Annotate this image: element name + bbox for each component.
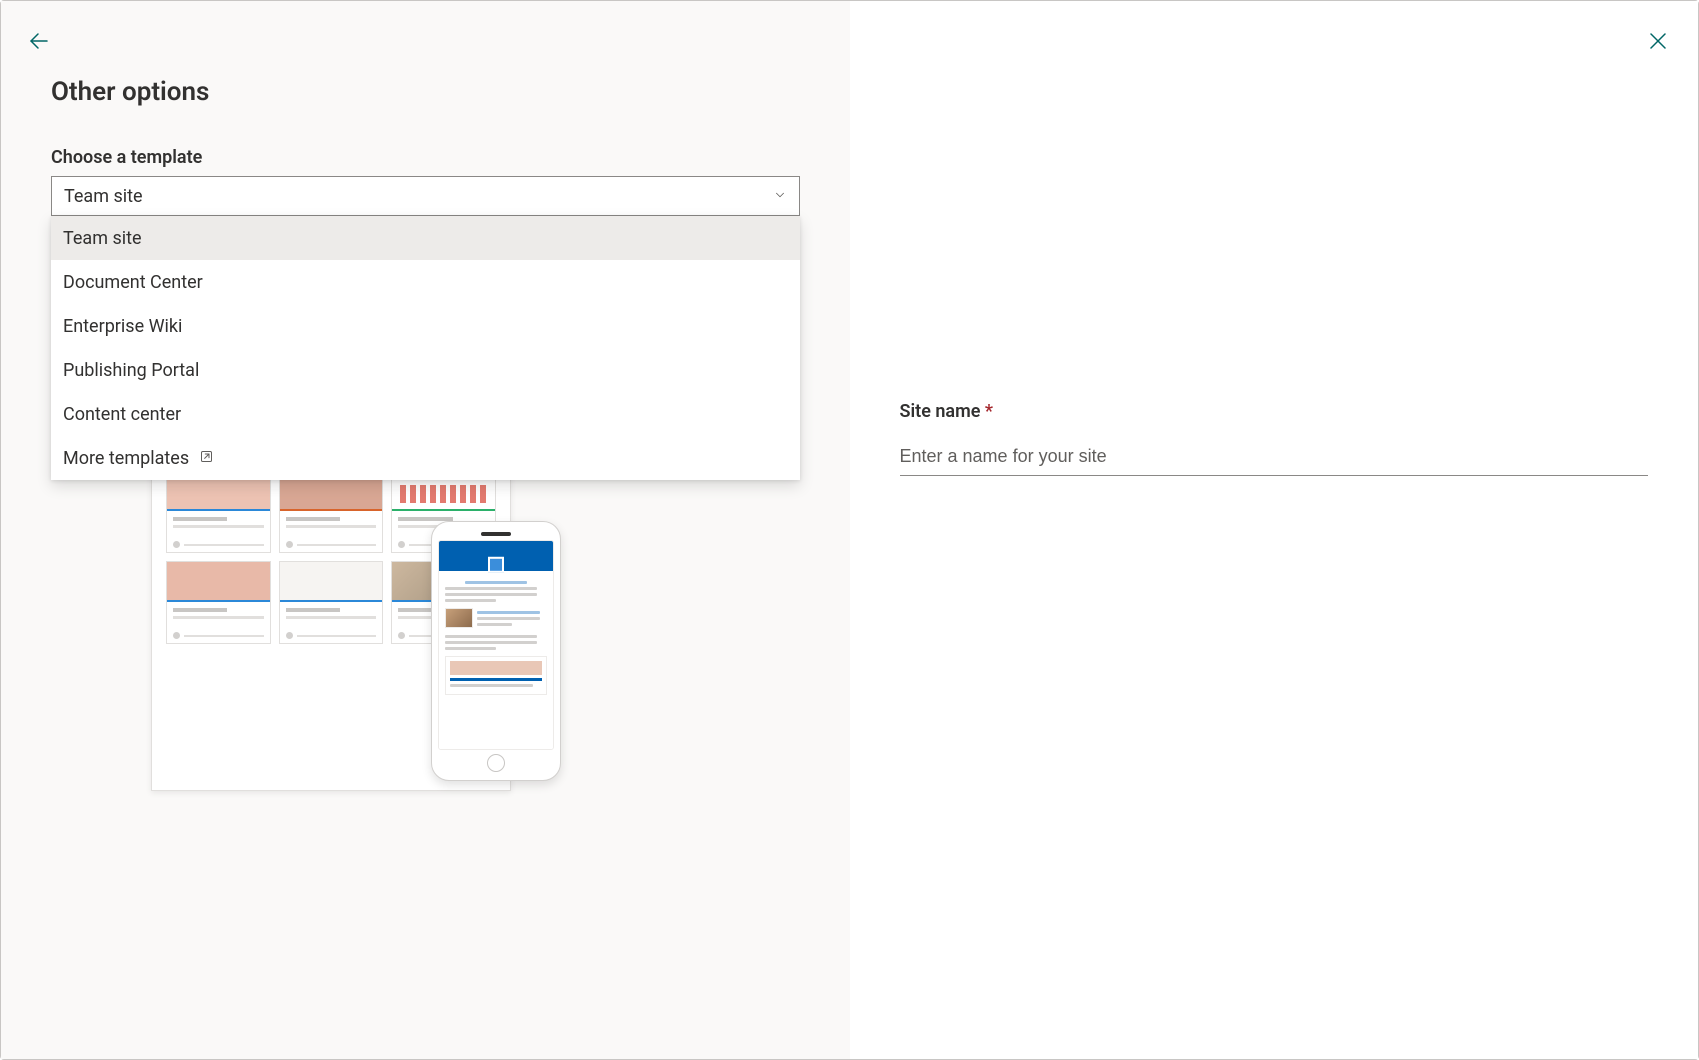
template-option-document-center[interactable]: Document Center bbox=[51, 260, 800, 304]
template-option-enterprise-wiki[interactable]: Enterprise Wiki bbox=[51, 304, 800, 348]
chevron-down-icon bbox=[773, 186, 787, 207]
mobile-preview-mock bbox=[431, 521, 561, 781]
template-option-content-center[interactable]: Content center bbox=[51, 392, 800, 436]
template-select-value: Team site bbox=[64, 186, 143, 207]
template-option-more-templates[interactable]: More templates bbox=[51, 436, 800, 480]
close-icon bbox=[1646, 29, 1670, 53]
template-option-publishing-portal[interactable]: Publishing Portal bbox=[51, 348, 800, 392]
template-dropdown: Team site Document Center Enterprise Wik… bbox=[51, 216, 800, 480]
template-option-label: More templates bbox=[63, 448, 189, 469]
template-select[interactable]: Team site Team site Document Center Ente… bbox=[51, 176, 800, 216]
page-title: Other options bbox=[51, 77, 800, 107]
template-label: Choose a template bbox=[51, 147, 800, 168]
arrow-left-icon bbox=[27, 29, 51, 53]
site-name-input[interactable] bbox=[900, 438, 1649, 476]
template-option-label: Content center bbox=[63, 404, 181, 425]
required-indicator: * bbox=[985, 401, 993, 422]
close-button[interactable] bbox=[1646, 29, 1670, 57]
create-site-dialog: Other options Choose a template Team sit… bbox=[0, 0, 1699, 1060]
back-button[interactable] bbox=[27, 29, 51, 57]
template-option-label: Document Center bbox=[63, 272, 203, 293]
template-option-team-site[interactable]: Team site bbox=[51, 216, 800, 260]
open-in-new-window-icon bbox=[199, 448, 214, 469]
site-form: Site name * bbox=[900, 401, 1649, 476]
template-select-display[interactable]: Team site bbox=[51, 176, 800, 216]
right-panel: Site name * bbox=[850, 1, 1699, 1059]
left-panel: Other options Choose a template Team sit… bbox=[1, 1, 850, 1059]
template-option-label: Enterprise Wiki bbox=[63, 316, 182, 337]
template-option-label: Team site bbox=[63, 228, 142, 249]
site-name-label-text: Site name bbox=[900, 401, 981, 422]
template-option-label: Publishing Portal bbox=[63, 360, 199, 381]
site-name-label: Site name * bbox=[900, 401, 1649, 422]
